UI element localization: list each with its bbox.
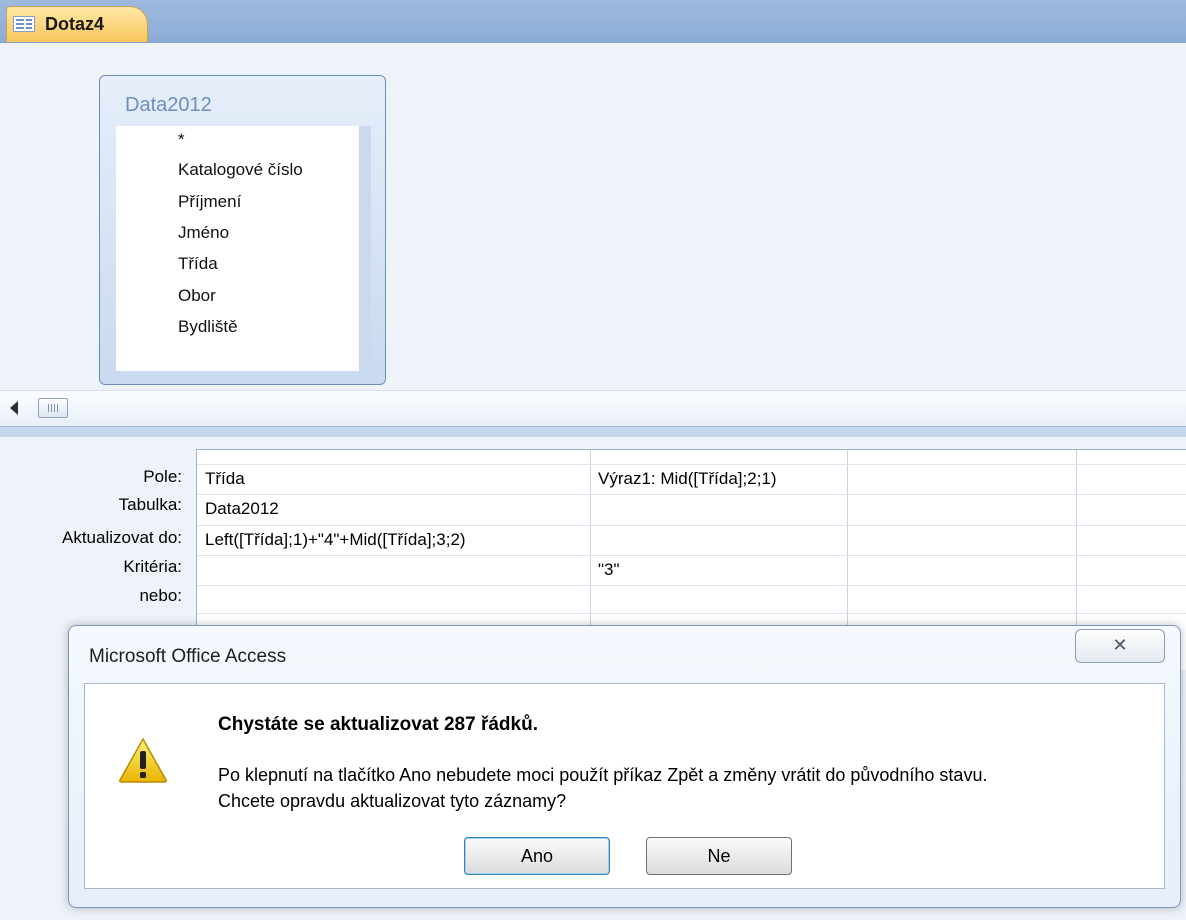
scroll-left-arrow-icon[interactable] [10, 401, 18, 415]
document-tab-strip: Dotaz4 [0, 0, 1186, 43]
cell-col2-pole[interactable]: Výraz1: Mid([Třída];2;1) [598, 469, 777, 489]
field-list: * Katalogové číslo Příjmení Jméno Třída … [116, 126, 371, 371]
row-label-pole: Pole: [143, 467, 182, 486]
field-prijmeni[interactable]: Příjmení [178, 192, 241, 212]
table-title: Data2012 [125, 94, 212, 116]
field-jmeno[interactable]: Jméno [178, 223, 229, 243]
confirm-update-dialog: Microsoft Office Access ✕ Chystáte se ak… [68, 625, 1181, 908]
dialog-heading: Chystáte se aktualizovat 287 řádků. [218, 714, 538, 735]
cell-col1-pole[interactable]: Třída [205, 469, 245, 489]
field-trida[interactable]: Třída [178, 254, 218, 274]
table-design-pane: Data2012 * Katalogové číslo Příjmení Jmé… [0, 43, 1186, 390]
cell-col2-kriteria[interactable]: "3" [598, 560, 620, 580]
close-icon: ✕ [1112, 635, 1128, 655]
dialog-message-line-1: Po klepnutí na tlačítko Ano nebudete moc… [218, 765, 988, 785]
cell-col1-tabulka[interactable]: Data2012 [205, 499, 279, 519]
dialog-title: Microsoft Office Access [89, 646, 287, 667]
field-all[interactable]: * [178, 130, 185, 150]
row-label-aktualizovat: Aktualizovat do: [61, 528, 182, 547]
dialog-message-line-2: Chcete opravdu aktualizovat tyto záznamy… [218, 791, 567, 811]
dialog-body: Chystáte se aktualizovat 287 řádků. Po k… [84, 683, 1165, 889]
query-icon [13, 16, 35, 32]
row-label-kriteria: Kritéria: [123, 557, 182, 576]
table-field-list-window[interactable]: Data2012 * Katalogové číslo Příjmení Jmé… [99, 75, 386, 385]
field-obor[interactable]: Obor [178, 286, 216, 306]
row-label-tabulka: Tabulka: [118, 495, 182, 514]
field-bydliste[interactable]: Bydliště [178, 317, 238, 337]
no-button[interactable]: Ne [646, 837, 792, 875]
cell-col1-aktualizovat[interactable]: Left([Třída];1)+"4"+Mid([Třída];3;2) [205, 530, 466, 550]
field-katalogove-cislo[interactable]: Katalogové číslo [178, 160, 303, 180]
row-label-nebo: nebo: [139, 586, 182, 605]
close-button[interactable]: ✕ [1075, 629, 1165, 663]
scroll-thumb[interactable] [38, 398, 68, 418]
tab-dotaz4[interactable]: Dotaz4 [6, 6, 148, 42]
yes-button[interactable]: Ano [464, 837, 610, 875]
horizontal-scrollbar[interactable] [0, 390, 1186, 427]
tab-label: Dotaz4 [45, 14, 105, 34]
warning-icon [119, 737, 167, 783]
